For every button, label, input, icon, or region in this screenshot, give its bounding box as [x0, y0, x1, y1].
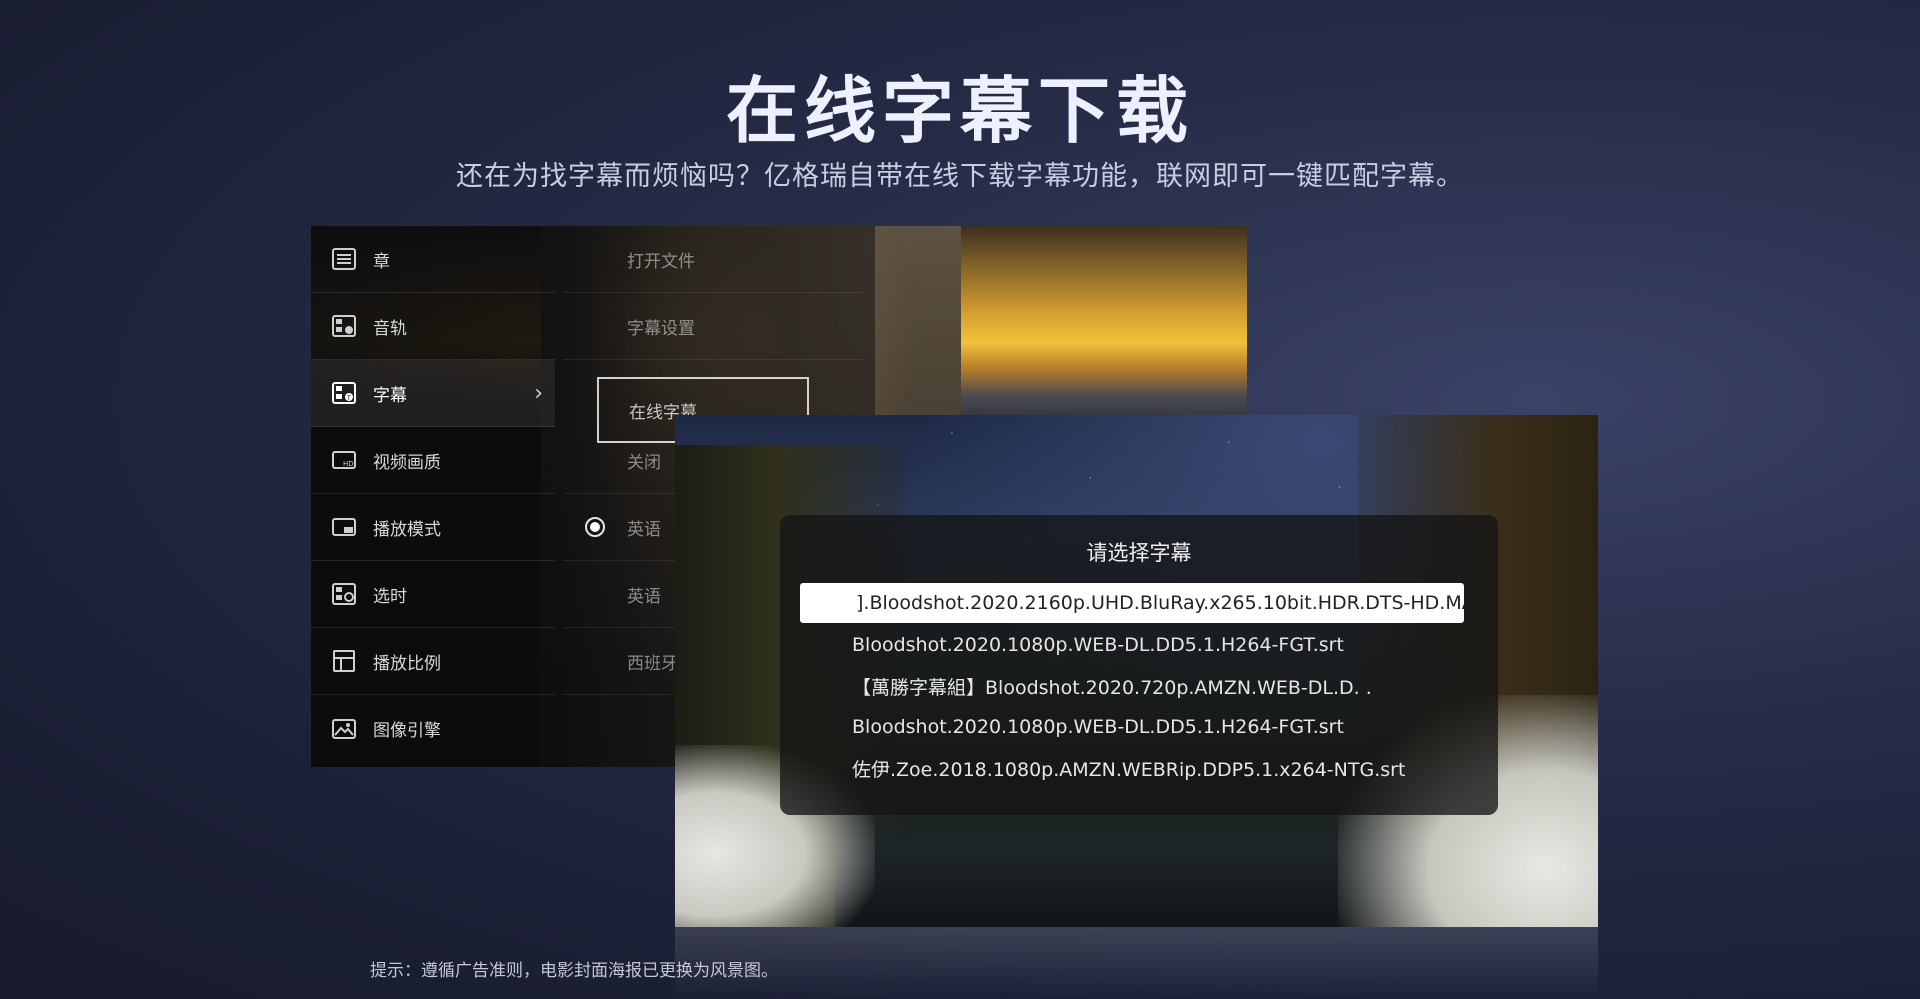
menu-item-audio-track[interactable]: 音轨 [311, 293, 555, 360]
menu-item-subtitle[interactable]: T 字幕 › [311, 360, 555, 427]
hd-icon: HD [331, 449, 357, 471]
time-select-icon [331, 583, 357, 605]
subline: 还在为找字幕而烦恼吗？亿格瑞自带在线下载字幕功能，联网即可一键匹配字幕。 [456, 161, 1464, 192]
subtitle-option-3[interactable]: 【萬勝字幕組】Bloodshot.2020.720p.AMZN.WEB-DL.D… [800, 666, 1464, 706]
screenshot-reflection [675, 927, 1598, 999]
subtitle-icon: T [331, 382, 357, 404]
subtitle-dialog-screenshot: 请选择字幕 ].Bloodshot.2020.2160p.UHD.BluRay.… [675, 415, 1598, 927]
player-menu: 章 音轨 T 字幕 › HD 视频画质 播放模式 选时 播放比例 图像引擎 [311, 226, 555, 767]
menu-item-video-quality[interactable]: HD 视频画质 [311, 427, 555, 494]
aspect-ratio-icon [331, 650, 357, 672]
play-mode-icon [331, 516, 357, 538]
chevron-right-icon: › [534, 380, 543, 406]
submenu-label: 英语 [627, 519, 661, 540]
subtitle-option-2[interactable]: Bloodshot.2020.1080p.WEB-DL.DD5.1.H264-F… [800, 625, 1464, 665]
menu-item-label: 视频画质 [373, 452, 441, 473]
submenu-subtitle-settings[interactable]: 字幕设置 [563, 293, 863, 360]
menu-item-label: 字幕 [373, 385, 407, 406]
image-icon [331, 718, 357, 740]
audio-track-icon [331, 315, 357, 337]
menu-item-image-engine[interactable]: 图像引擎 [311, 695, 555, 762]
menu-item-label: 播放模式 [373, 519, 441, 540]
radio-selected-icon [585, 517, 605, 537]
headline: 在线字幕下载 [725, 69, 1194, 153]
subtitle-option-1[interactable]: ].Bloodshot.2020.2160p.UHD.BluRay.x265.1… [800, 583, 1464, 623]
svg-text:HD: HD [343, 460, 354, 468]
menu-item-label: 播放比例 [373, 653, 441, 674]
svg-text:T: T [346, 395, 351, 402]
subtitle-option-4[interactable]: Bloodshot.2020.1080p.WEB-DL.DD5.1.H264-F… [800, 707, 1464, 747]
menu-item-play-mode[interactable]: 播放模式 [311, 494, 555, 561]
menu-item-label: 选时 [373, 586, 407, 607]
menu-item-label: 章 [373, 251, 390, 272]
submenu-open-file[interactable]: 打开文件 [563, 226, 863, 293]
menu-item-label: 图像引擎 [373, 721, 441, 741]
subtitle-select-dialog: 请选择字幕 ].Bloodshot.2020.2160p.UHD.BluRay.… [780, 515, 1498, 815]
dialog-title: 请选择字幕 [1086, 541, 1192, 565]
menu-item-aspect-ratio[interactable]: 播放比例 [311, 628, 555, 695]
list-icon [331, 248, 357, 270]
menu-item-chapter[interactable]: 章 [311, 226, 555, 293]
subtitle-option-5[interactable]: 佐伊.Zoe.2018.1080p.AMZN.WEBRip.DDP5.1.x26… [800, 748, 1464, 788]
menu-item-label: 音轨 [373, 318, 407, 339]
footnote: 提示：遵循广告准则，电影封面海报已更换为风景图。 [370, 961, 778, 981]
menu-item-time-select[interactable]: 选时 [311, 561, 555, 628]
